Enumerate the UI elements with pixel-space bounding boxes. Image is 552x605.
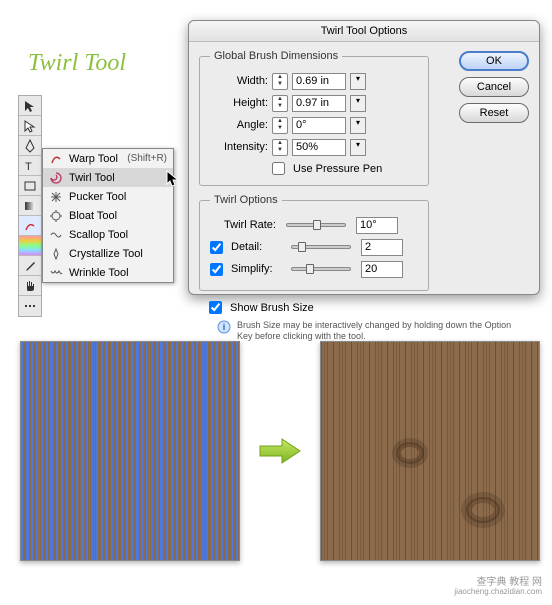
width-label: Width: — [210, 75, 268, 87]
twirl-options-group: Twirl Options Twirl Rate: Detail: Simpli… — [199, 194, 429, 291]
arrow-icon — [256, 436, 304, 466]
wood-knot — [396, 442, 424, 464]
detail-input[interactable] — [361, 239, 403, 256]
svg-text:T: T — [25, 161, 32, 173]
flyout-label: Wrinkle Tool — [69, 267, 129, 279]
gradient-icon — [23, 199, 37, 213]
watermark: 查字典 教程 网 jiaocheng.chazidian.com — [450, 575, 546, 599]
flyout-item-bloat[interactable]: Bloat Tool — [43, 206, 173, 225]
flyout-label: Bloat Tool — [69, 210, 117, 222]
warp-tools-flyout: Warp Tool (Shift+R) Twirl Tool Pucker To… — [42, 148, 174, 283]
twirl-tool-options-dialog: Twirl Tool Options OK Cancel Reset Globa… — [188, 20, 540, 295]
hand-icon — [23, 279, 37, 293]
selection-icon — [23, 99, 37, 113]
angle-input[interactable] — [292, 117, 346, 134]
height-stepper[interactable]: ▲▼ — [272, 95, 288, 112]
flyout-label: Scallop Tool — [69, 229, 128, 241]
flyout-shortcut: (Shift+R) — [127, 153, 167, 164]
tool-more[interactable] — [19, 296, 41, 316]
simplify-input[interactable] — [361, 261, 403, 278]
eyedropper-icon — [23, 259, 37, 273]
flyout-item-crystallize[interactable]: Crystallize Tool — [43, 244, 173, 263]
group-legend: Global Brush Dimensions — [210, 50, 342, 62]
intensity-dropdown[interactable]: ▾ — [350, 139, 366, 156]
flyout-item-twirl[interactable]: Twirl Tool — [43, 168, 173, 187]
intensity-label: Intensity: — [210, 141, 268, 153]
page-title: Twirl Tool — [28, 50, 126, 77]
tool-direct-select[interactable] — [19, 116, 41, 136]
tool-pen[interactable] — [19, 136, 41, 156]
detail-checkbox[interactable] — [210, 241, 223, 254]
tools-panel: T — [18, 95, 42, 317]
tool-shape[interactable] — [19, 176, 41, 196]
use-pressure-pen-label: Use Pressure Pen — [293, 163, 382, 175]
tool-type[interactable]: T — [19, 156, 41, 176]
example-row — [20, 332, 540, 570]
wood-knot — [466, 497, 500, 523]
twirl-rate-label: Twirl Rate: — [210, 219, 276, 231]
tool-gradient[interactable] — [19, 196, 41, 216]
after-texture — [320, 341, 540, 561]
warp-icon — [49, 152, 63, 166]
flyout-label: Warp Tool — [69, 153, 118, 165]
type-icon: T — [23, 159, 37, 173]
twirl-icon — [49, 171, 63, 185]
rectangle-icon — [23, 179, 37, 193]
intensity-stepper[interactable]: ▲▼ — [272, 139, 288, 156]
group-legend: Twirl Options — [210, 194, 282, 206]
width-stepper[interactable]: ▲▼ — [272, 73, 288, 90]
angle-dropdown[interactable]: ▾ — [350, 117, 366, 134]
watermark-line2: jiaocheng.chazidian.com — [454, 588, 542, 597]
tool-warp-liquify[interactable] — [19, 216, 41, 236]
before-texture — [20, 341, 240, 561]
twirl-rate-input[interactable] — [356, 217, 398, 234]
show-brush-size-label: Show Brush Size — [230, 302, 314, 314]
svg-text:i: i — [223, 322, 226, 332]
simplify-label: Simplify: — [231, 263, 281, 275]
twirl-rate-slider[interactable] — [286, 223, 346, 227]
height-label: Height: — [210, 97, 268, 109]
tool-eyedropper[interactable] — [19, 256, 41, 276]
tool-hand[interactable] — [19, 276, 41, 296]
pen-icon — [23, 139, 37, 153]
width-input[interactable] — [292, 73, 346, 90]
warp-group-icon — [23, 219, 37, 233]
scallop-icon — [49, 228, 63, 242]
angle-stepper[interactable]: ▲▼ — [272, 117, 288, 134]
detail-slider[interactable] — [291, 245, 351, 249]
flyout-label: Twirl Tool — [69, 172, 115, 184]
simplify-checkbox[interactable] — [210, 263, 223, 276]
height-unit-dropdown[interactable]: ▾ — [350, 95, 366, 112]
height-input[interactable] — [292, 95, 346, 112]
use-pressure-pen-checkbox[interactable] — [272, 162, 285, 175]
pucker-icon — [49, 190, 63, 204]
tool-selection[interactable] — [19, 96, 41, 116]
bloat-icon — [49, 209, 63, 223]
flyout-label: Crystallize Tool — [69, 248, 143, 260]
flyout-item-pucker[interactable]: Pucker Tool — [43, 187, 173, 206]
tool-swatch[interactable] — [19, 236, 41, 256]
flyout-label: Pucker Tool — [69, 191, 126, 203]
width-unit-dropdown[interactable]: ▾ — [350, 73, 366, 90]
detail-label: Detail: — [231, 241, 281, 253]
wrinkle-icon — [49, 266, 63, 280]
flyout-item-warp[interactable]: Warp Tool (Shift+R) — [43, 149, 173, 168]
crystallize-icon — [49, 247, 63, 261]
direct-select-icon — [23, 119, 37, 133]
ellipsis-icon — [23, 299, 37, 313]
show-brush-size-checkbox[interactable] — [209, 301, 222, 314]
flyout-item-wrinkle[interactable]: Wrinkle Tool — [43, 263, 173, 282]
dialog-title: Twirl Tool Options — [189, 21, 539, 42]
angle-label: Angle: — [210, 119, 268, 131]
intensity-input[interactable] — [292, 139, 346, 156]
global-brush-dimensions-group: Global Brush Dimensions Width: ▲▼ ▾ Heig… — [199, 50, 429, 186]
simplify-slider[interactable] — [291, 267, 351, 271]
flyout-item-scallop[interactable]: Scallop Tool — [43, 225, 173, 244]
